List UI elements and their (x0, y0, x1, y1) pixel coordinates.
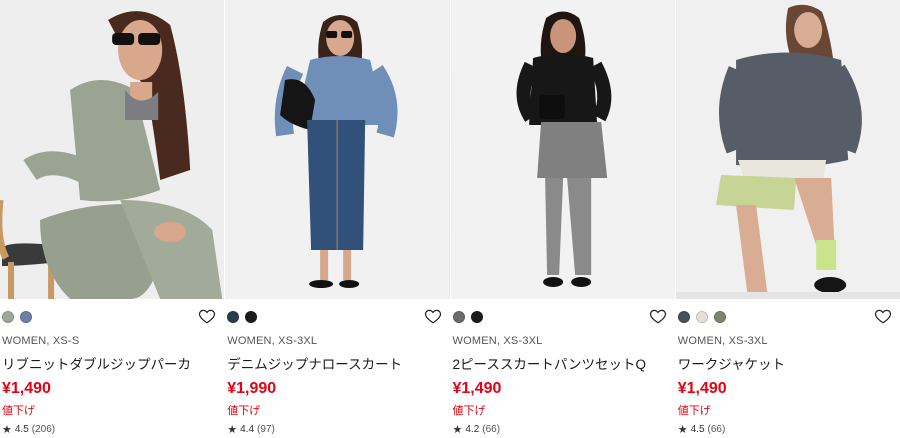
product-photo-illustration (0, 0, 225, 299)
rating-value: 4.4 (240, 424, 255, 435)
product-price: ¥1,490 (2, 380, 51, 397)
rating-value: 4.2 (465, 424, 480, 435)
heart-outline-icon (874, 309, 892, 324)
product-image[interactable] (675, 0, 900, 299)
product-price: ¥1,990 (227, 380, 277, 397)
product-gender-size: WOMEN, XS-S (2, 335, 80, 347)
review-count: (97) (257, 424, 275, 435)
review-count: (66) (482, 424, 501, 435)
product-photo-illustration (450, 0, 675, 299)
review-count: (66) (707, 424, 726, 435)
product-card[interactable]: WOMEN, XS-3XL 2ピーススカートパンツセットQ ¥1,490 値下げ… (450, 0, 675, 438)
product-grid: WOMEN, XS-S リブニットダブルジップパーカ ¥1,490 値下げ ★ … (0, 0, 900, 438)
product-info: WOMEN, XS-S リブニットダブルジップパーカ ¥1,490 値下げ ★ … (0, 299, 224, 436)
price-down-badge: 値下げ (677, 405, 711, 417)
product-name[interactable]: 2ピーススカートパンツセットQ (453, 353, 675, 373)
color-swatches (677, 299, 900, 325)
color-swatch[interactable] (677, 311, 690, 323)
review-count: (206) (31, 424, 56, 435)
color-swatch[interactable] (227, 311, 240, 323)
color-swatches (2, 299, 224, 325)
product-rating: ★ 4.5 (206) (2, 423, 224, 436)
favorite-button[interactable] (424, 307, 442, 325)
color-swatch[interactable] (245, 311, 258, 323)
product-info: WOMEN, XS-3XL デニムジップナロースカート ¥1,990 値下げ ★… (225, 299, 449, 436)
product-gender-size: WOMEN, XS-3XL (452, 335, 543, 347)
star-icon: ★ (677, 424, 688, 436)
product-info: WOMEN, XS-3XL ワークジャケット ¥1,490 値下げ ★ 4.5 … (676, 299, 900, 436)
price-down-badge: 値下げ (452, 405, 486, 417)
product-card[interactable]: WOMEN, XS-S リブニットダブルジップパーカ ¥1,490 値下げ ★ … (0, 0, 225, 438)
price-down-badge: 値下げ (227, 405, 261, 417)
product-card[interactable]: WOMEN, XS-3XL ワークジャケット ¥1,490 値下げ ★ 4.5 … (675, 0, 900, 438)
color-swatch[interactable] (695, 311, 708, 323)
product-photo-illustration (225, 0, 450, 299)
product-name[interactable]: デニムジップナロースカート (227, 353, 449, 373)
product-card[interactable]: WOMEN, XS-3XL デニムジップナロースカート ¥1,990 値下げ ★… (225, 0, 450, 438)
product-price: ¥1,490 (677, 380, 727, 397)
color-swatch[interactable] (713, 311, 726, 323)
rating-value: 4.5 (14, 424, 29, 435)
product-rating: ★ 4.5 (66) (678, 423, 900, 436)
product-info: WOMEN, XS-3XL 2ピーススカートパンツセットQ ¥1,490 値下げ… (451, 299, 675, 436)
color-swatches (452, 299, 675, 325)
product-rating: ★ 4.2 (66) (453, 423, 675, 436)
favorite-button[interactable] (874, 307, 892, 325)
color-swatch[interactable] (20, 311, 32, 323)
color-swatches (227, 299, 449, 325)
heart-outline-icon (424, 309, 441, 324)
star-icon: ★ (227, 424, 238, 436)
product-price: ¥1,490 (452, 380, 502, 397)
product-name[interactable]: リブニットダブルジップパーカ (2, 353, 224, 373)
rating-value: 4.5 (690, 424, 705, 435)
star-icon: ★ (452, 424, 463, 436)
price-down-badge: 値下げ (2, 405, 35, 417)
color-swatch[interactable] (452, 311, 465, 323)
product-name[interactable]: ワークジャケット (678, 353, 900, 373)
color-swatch[interactable] (470, 311, 483, 323)
product-rating: ★ 4.4 (97) (227, 423, 449, 436)
product-gender-size: WOMEN, XS-3XL (677, 335, 768, 347)
product-image[interactable] (225, 0, 450, 299)
heart-outline-icon (199, 309, 216, 324)
favorite-button[interactable] (198, 307, 216, 325)
color-swatch[interactable] (2, 311, 14, 323)
product-gender-size: WOMEN, XS-3XL (227, 335, 318, 347)
product-photo-illustration (675, 0, 900, 299)
product-image[interactable] (0, 0, 225, 299)
heart-outline-icon (649, 309, 666, 324)
star-icon: ★ (2, 424, 12, 436)
product-image[interactable] (450, 0, 675, 299)
favorite-button[interactable] (649, 307, 667, 325)
